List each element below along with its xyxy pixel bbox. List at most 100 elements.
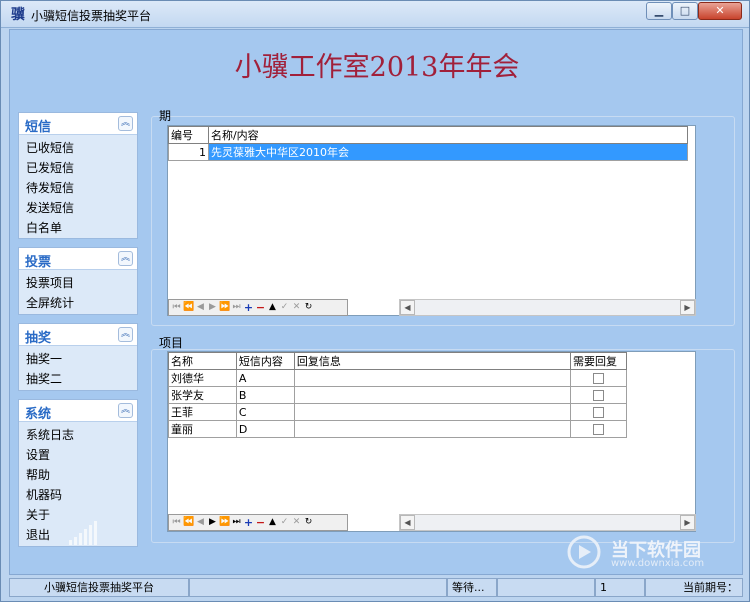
- collapse-chevron-icon[interactable]: ︽: [118, 403, 133, 418]
- period-grid[interactable]: 编号 名称/内容 1 先灵葆雅大中华区2010年会: [167, 125, 696, 316]
- collapse-chevron-icon[interactable]: ︽: [118, 251, 133, 266]
- post-record-icon[interactable]: ✓: [279, 301, 290, 314]
- cell-name[interactable]: 王菲: [168, 403, 237, 421]
- cell-need-reply[interactable]: [569, 369, 628, 387]
- status-count: 1: [595, 578, 645, 597]
- next-record-icon[interactable]: ▶: [207, 301, 218, 314]
- sidebar-item-send[interactable]: 发送短信: [19, 198, 137, 218]
- cell-name[interactable]: 童丽: [168, 420, 237, 438]
- app-icon: 骥: [11, 7, 25, 23]
- table-row[interactable]: 刘德华 A: [168, 369, 628, 387]
- close-button[interactable]: ✕: [698, 2, 742, 20]
- collapse-chevron-icon[interactable]: ︽: [118, 327, 133, 342]
- minimize-button[interactable]: ▁: [646, 2, 672, 20]
- cell-sms[interactable]: A: [235, 369, 295, 387]
- sidebar-item-settings[interactable]: 设置: [19, 445, 137, 465]
- maximize-button[interactable]: □: [672, 2, 698, 20]
- cell-need-reply[interactable]: [569, 420, 628, 438]
- first-record-icon[interactable]: ⏮: [171, 301, 182, 314]
- status-empty-panel: [189, 578, 447, 597]
- cell-no[interactable]: 1: [168, 143, 209, 161]
- table-row[interactable]: 王菲 C: [168, 403, 628, 421]
- column-header-name[interactable]: 名称: [168, 352, 237, 370]
- column-header-name[interactable]: 名称/内容: [207, 126, 689, 144]
- sidebar-item-machine-code[interactable]: 机器码: [19, 485, 137, 505]
- close-icon: ✕: [715, 4, 725, 17]
- sidebar-group-header[interactable]: 抽奖 ︽: [19, 324, 137, 346]
- sidebar-group-sms: 短信 ︽ 已收短信 已发短信 待发短信 发送短信 白名单: [18, 112, 138, 239]
- prev-page-icon[interactable]: ⏪: [183, 301, 194, 314]
- last-record-icon[interactable]: ⏭: [231, 516, 242, 529]
- delete-record-icon[interactable]: −: [255, 516, 266, 529]
- cell-need-reply[interactable]: [569, 386, 628, 404]
- sidebar-item-sent[interactable]: 已发短信: [19, 158, 137, 178]
- sidebar-item-lottery-2[interactable]: 抽奖二: [19, 369, 137, 389]
- period-horizontal-scrollbar[interactable]: ◀ ▶: [399, 299, 696, 316]
- scroll-right-icon[interactable]: ▶: [680, 300, 695, 315]
- table-row[interactable]: 张学友 B: [168, 386, 628, 404]
- cell-reply[interactable]: [293, 369, 571, 387]
- sidebar-item-vote-project[interactable]: 投票项目: [19, 273, 137, 293]
- column-header-sms[interactable]: 短信内容: [235, 352, 295, 370]
- post-record-icon[interactable]: ✓: [279, 516, 290, 529]
- cell-name[interactable]: 刘德华: [168, 369, 237, 387]
- cancel-record-icon[interactable]: ✕: [291, 301, 302, 314]
- items-horizontal-scrollbar[interactable]: ◀ ▶: [399, 514, 696, 531]
- cell-reply[interactable]: [293, 420, 571, 438]
- scroll-left-icon[interactable]: ◀: [400, 300, 415, 315]
- collapse-chevron-icon[interactable]: ︽: [118, 116, 133, 131]
- cancel-record-icon[interactable]: ✕: [291, 516, 302, 529]
- sidebar-item-lottery-1[interactable]: 抽奖一: [19, 349, 137, 369]
- sidebar-group-header[interactable]: 系统 ︽: [19, 400, 137, 422]
- delete-record-icon[interactable]: −: [255, 301, 266, 314]
- app-window: 骥 小骥短信投票抽奖平台 ▁ □ ✕ 小骥工作室2013年年会 短信 ︽ 已收短…: [0, 0, 750, 602]
- next-page-icon[interactable]: ⏩: [219, 516, 230, 529]
- need-reply-checkbox[interactable]: [592, 424, 604, 435]
- last-record-icon[interactable]: ⏭: [231, 301, 242, 314]
- period-navigator: ⏮ ⏪ ◀ ▶ ⏩ ⏭ + − ▲ ✓ ✕ ↻: [168, 299, 348, 316]
- prev-record-icon[interactable]: ◀: [195, 516, 206, 529]
- column-header-need-reply[interactable]: 需要回复: [569, 352, 628, 370]
- table-header-row: 编号 名称/内容: [168, 126, 689, 144]
- sidebar-item-pending[interactable]: 待发短信: [19, 178, 137, 198]
- first-record-icon[interactable]: ⏮: [171, 516, 182, 529]
- scroll-right-icon[interactable]: ▶: [680, 515, 695, 530]
- items-grid[interactable]: 名称 短信内容 回复信息 需要回复 刘德华 A 张学友 B 王菲 C 童丽 D: [167, 351, 696, 532]
- table-row[interactable]: 童丽 D: [168, 420, 628, 438]
- sidebar-item-whitelist[interactable]: 白名单: [19, 218, 137, 238]
- column-header-reply[interactable]: 回复信息: [293, 352, 571, 370]
- prev-page-icon[interactable]: ⏪: [183, 516, 194, 529]
- add-record-icon[interactable]: +: [243, 516, 254, 529]
- cell-sms[interactable]: B: [235, 386, 295, 404]
- refresh-icon[interactable]: ↻: [303, 516, 314, 529]
- cell-reply[interactable]: [293, 403, 571, 421]
- cell-reply[interactable]: [293, 386, 571, 404]
- refresh-icon[interactable]: ↻: [303, 301, 314, 314]
- sidebar-item-system-log[interactable]: 系统日志: [19, 425, 137, 445]
- next-page-icon[interactable]: ⏩: [219, 301, 230, 314]
- prev-record-icon[interactable]: ◀: [195, 301, 206, 314]
- add-record-icon[interactable]: +: [243, 301, 254, 314]
- need-reply-checkbox[interactable]: [592, 373, 604, 384]
- cell-name[interactable]: 张学友: [168, 386, 237, 404]
- cell-need-reply[interactable]: [569, 403, 628, 421]
- sidebar-group-header[interactable]: 投票 ︽: [19, 248, 137, 270]
- scroll-left-icon[interactable]: ◀: [400, 515, 415, 530]
- need-reply-checkbox[interactable]: [592, 407, 604, 418]
- edit-record-icon[interactable]: ▲: [267, 301, 278, 314]
- status-state: 等待...: [447, 578, 497, 597]
- sidebar-group-vote: 投票 ︽ 投票项目 全屏统计: [18, 247, 138, 315]
- sidebar-item-help[interactable]: 帮助: [19, 465, 137, 485]
- cell-name[interactable]: 先灵葆雅大中华区2010年会: [207, 143, 689, 161]
- column-header-no[interactable]: 编号: [168, 126, 209, 144]
- minimize-icon: ▁: [654, 4, 664, 17]
- sidebar-item-received[interactable]: 已收短信: [19, 138, 137, 158]
- cell-sms[interactable]: C: [235, 403, 295, 421]
- sidebar-item-fullscreen-stats[interactable]: 全屏统计: [19, 293, 137, 313]
- cell-sms[interactable]: D: [235, 420, 295, 438]
- next-record-icon[interactable]: ▶: [207, 516, 218, 529]
- need-reply-checkbox[interactable]: [592, 390, 604, 401]
- table-row[interactable]: 1 先灵葆雅大中华区2010年会: [168, 143, 689, 161]
- edit-record-icon[interactable]: ▲: [267, 516, 278, 529]
- sidebar-group-header[interactable]: 短信 ︽: [19, 113, 137, 135]
